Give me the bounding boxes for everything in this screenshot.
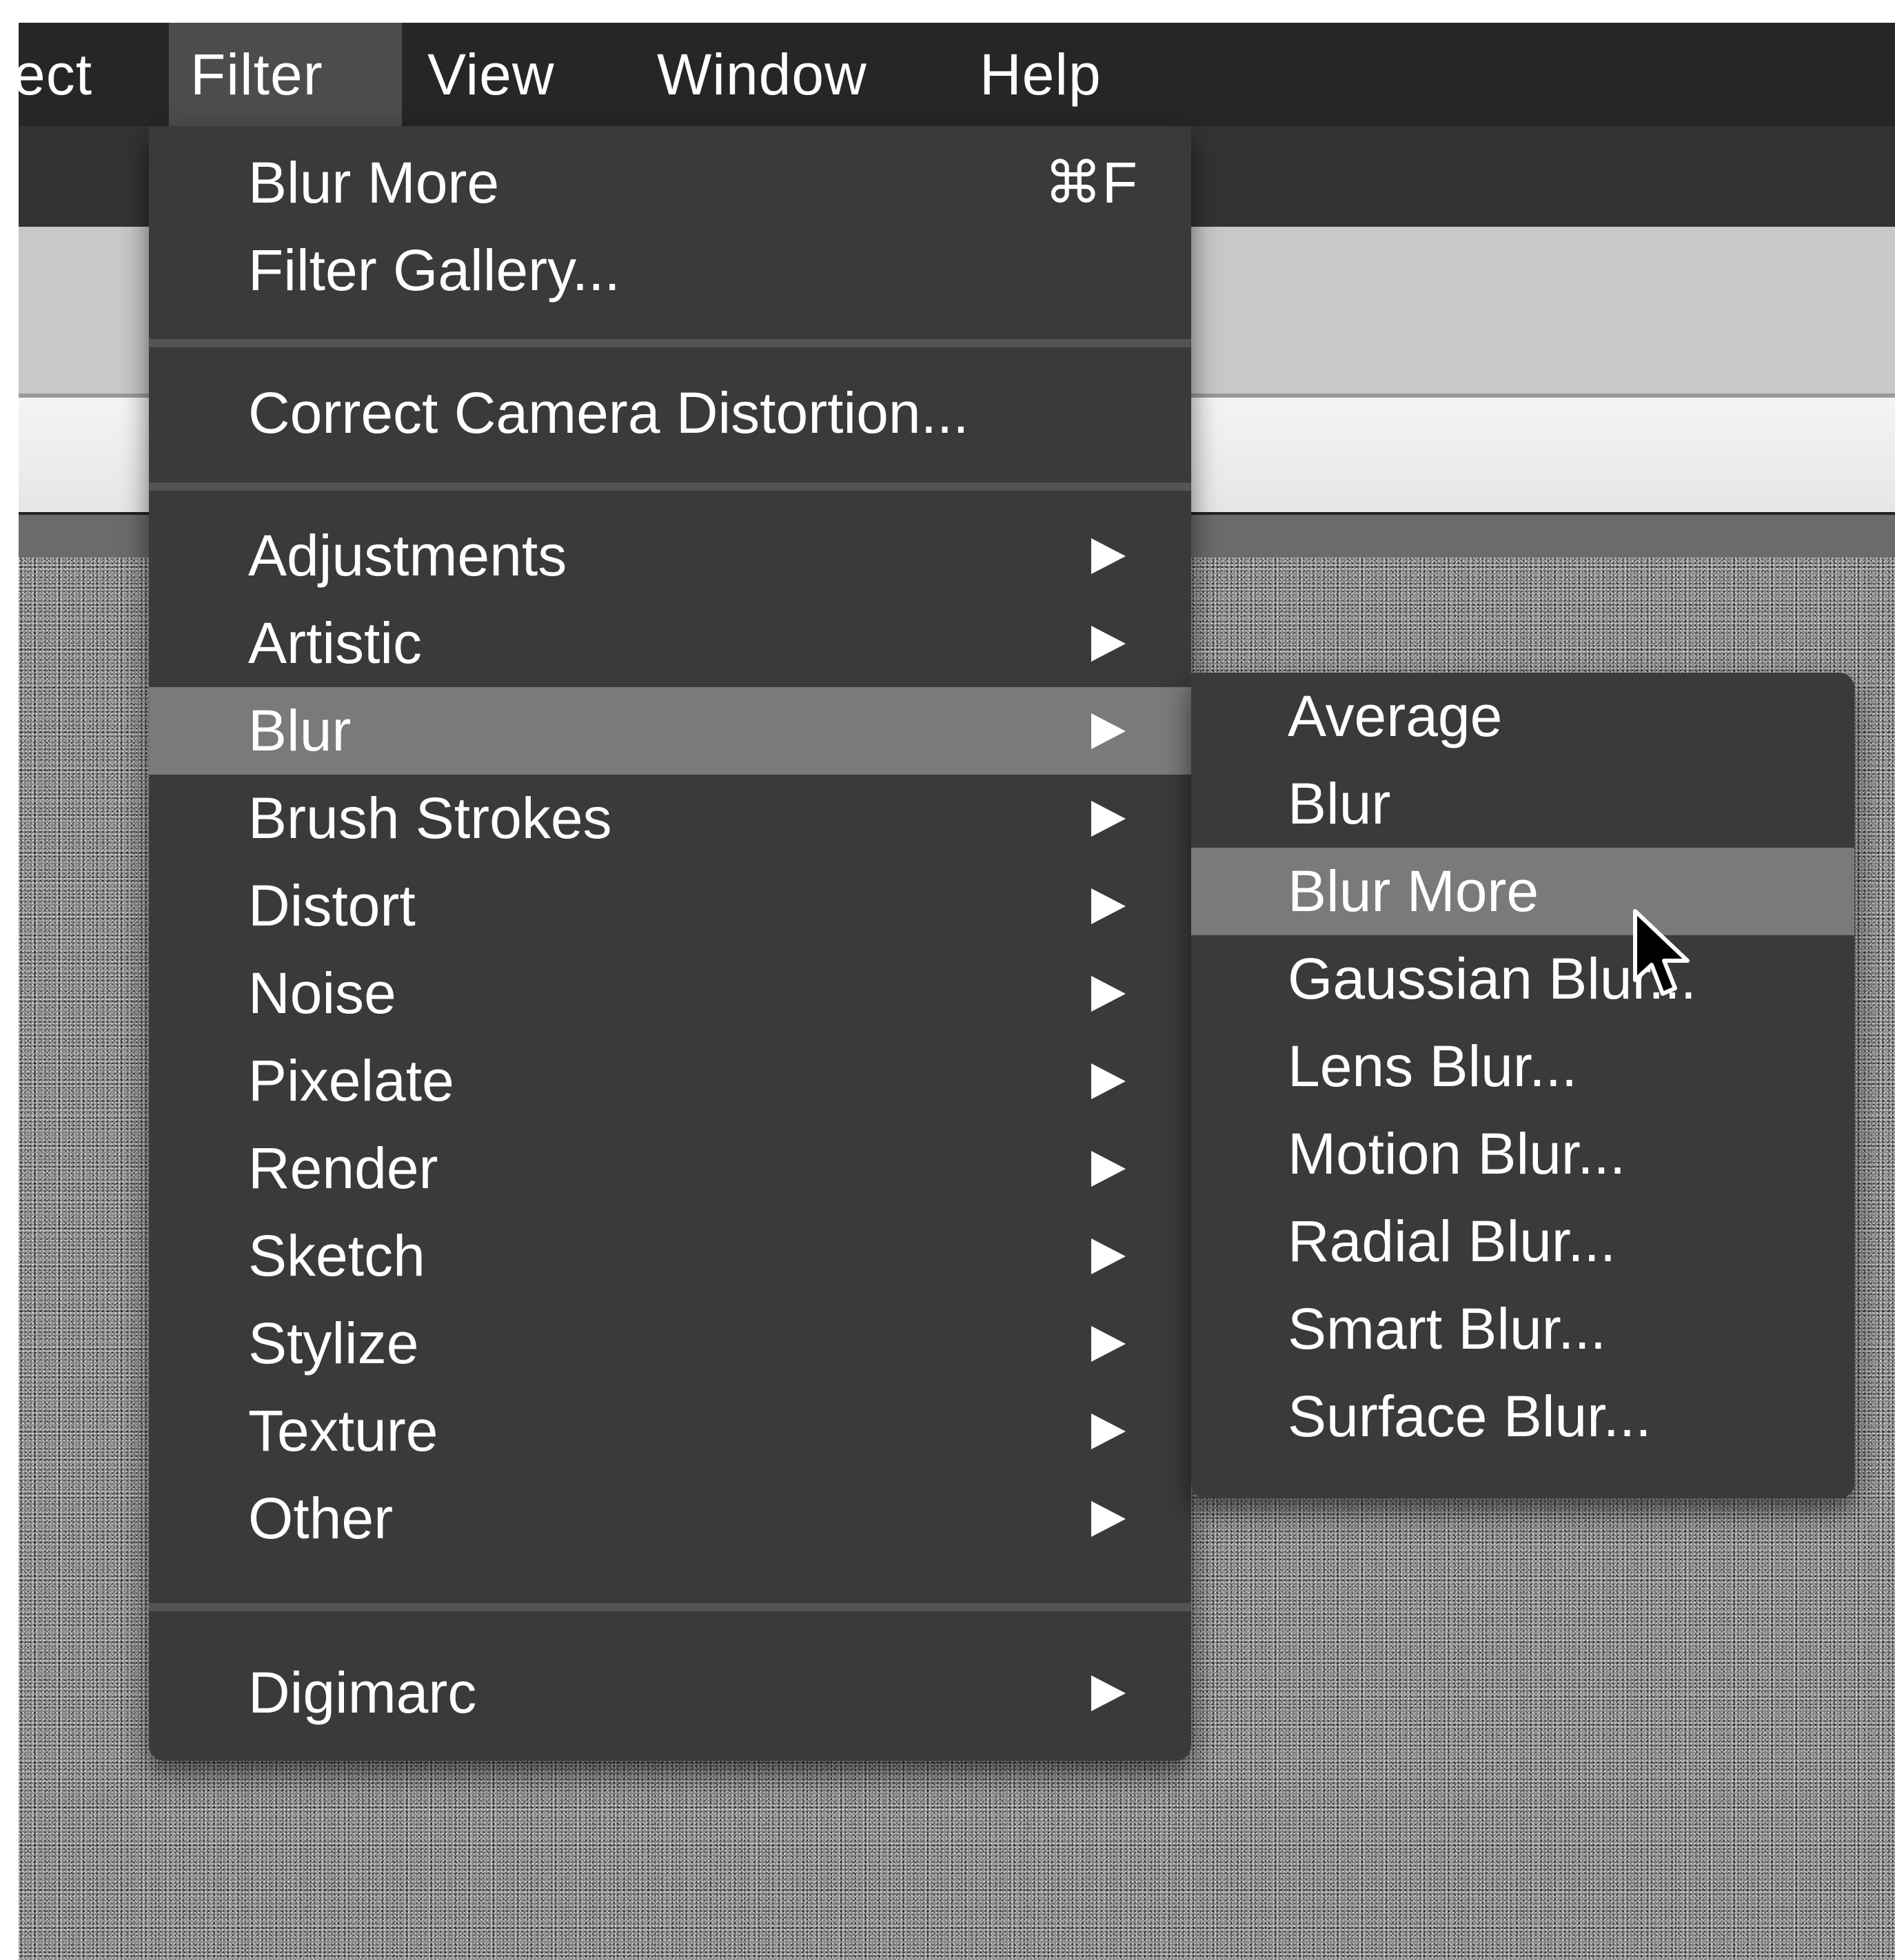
- submenu-item-label: Smart Blur...: [1288, 1296, 1607, 1361]
- menu-item-brush-strokes[interactable]: Brush Strokes: [149, 775, 1191, 862]
- submenu-item-label: Average: [1288, 684, 1503, 748]
- submenu-arrow-icon: [1091, 976, 1126, 1012]
- app-window: ect Filter View Window Help Blur More ⌘F…: [0, 0, 1895, 1960]
- submenu-item-label: Blur More: [1288, 859, 1539, 923]
- mouse-pointer-icon: [1633, 909, 1690, 996]
- menu-item-label: Stylize: [248, 1311, 419, 1376]
- filter-menu: Blur More ⌘F Filter Gallery... Correct C…: [149, 126, 1191, 1761]
- blur-submenu: Average Blur Blur More Gaussian Blur... …: [1191, 673, 1854, 1498]
- submenu-arrow-icon: [1091, 888, 1126, 924]
- submenu-arrow-icon: [1091, 713, 1126, 749]
- submenu-arrow-icon: [1091, 538, 1126, 574]
- submenu-item-surface-blur[interactable]: Surface Blur...: [1191, 1373, 1854, 1460]
- menu-item-correct-camera-distortion[interactable]: Correct Camera Distortion...: [149, 369, 1191, 457]
- menu-item-noise[interactable]: Noise: [149, 950, 1191, 1037]
- submenu-item-label: Surface Blur...: [1288, 1384, 1652, 1449]
- menu-title-help[interactable]: Help: [980, 23, 1102, 126]
- menu-item-texture[interactable]: Texture: [149, 1387, 1191, 1475]
- submenu-item-label: Lens Blur...: [1288, 1034, 1578, 1099]
- submenu-item-gaussian-blur[interactable]: Gaussian Blur...: [1191, 935, 1854, 1023]
- menu-item-render[interactable]: Render: [149, 1125, 1191, 1212]
- menu-item-sketch[interactable]: Sketch: [149, 1212, 1191, 1300]
- submenu-item-average[interactable]: Average: [1191, 673, 1854, 760]
- menu-item-filter-gallery[interactable]: Filter Gallery...: [149, 227, 1191, 314]
- menu-item-shortcut: ⌘F: [1044, 150, 1137, 215]
- menu-item-label: Other: [248, 1486, 394, 1551]
- menu-item-label: Render: [248, 1136, 438, 1201]
- submenu-item-lens-blur[interactable]: Lens Blur...: [1191, 1023, 1854, 1110]
- menu-item-label: Noise: [248, 961, 396, 1025]
- submenu-arrow-icon: [1091, 1151, 1126, 1187]
- menu-title-filter[interactable]: Filter: [190, 23, 323, 126]
- menu-item-label: Blur More: [248, 150, 500, 215]
- menu-item-label: Filter Gallery...: [248, 238, 620, 303]
- menu-item-label: Texture: [248, 1398, 438, 1463]
- menu-item-label: Digimarc: [248, 1660, 477, 1725]
- menu-item-label: Brush Strokes: [248, 786, 612, 850]
- menu-item-label: Sketch: [248, 1223, 425, 1288]
- menu-item-label: Blur: [248, 698, 352, 763]
- menu-bar: ect Filter View Window Help: [13, 23, 1895, 126]
- menu-item-stylize[interactable]: Stylize: [149, 1300, 1191, 1387]
- submenu-item-label: Blur: [1288, 771, 1391, 836]
- submenu-arrow-icon: [1091, 626, 1126, 662]
- submenu-arrow-icon: [1091, 1326, 1126, 1362]
- submenu-item-label: Motion Blur...: [1288, 1121, 1626, 1186]
- submenu-arrow-icon: [1091, 1501, 1126, 1537]
- submenu-item-smart-blur[interactable]: Smart Blur...: [1191, 1285, 1854, 1373]
- menu-item-label: Distort: [248, 873, 416, 938]
- menu-separator: [149, 482, 1191, 491]
- menu-item-distort[interactable]: Distort: [149, 862, 1191, 950]
- menu-title-window[interactable]: Window: [657, 23, 867, 126]
- menu-title-view[interactable]: View: [427, 23, 555, 126]
- submenu-arrow-icon: [1091, 1413, 1126, 1449]
- submenu-arrow-icon: [1091, 1675, 1126, 1711]
- submenu-item-label: Radial Blur...: [1288, 1209, 1617, 1274]
- submenu-item-blur-more[interactable]: Blur More: [1191, 848, 1854, 935]
- menu-item-digimarc[interactable]: Digimarc: [149, 1649, 1191, 1737]
- menu-separator: [149, 1603, 1191, 1611]
- submenu-item-radial-blur[interactable]: Radial Blur...: [1191, 1198, 1854, 1285]
- menu-item-adjustments[interactable]: Adjustments: [149, 512, 1191, 600]
- submenu-item-motion-blur[interactable]: Motion Blur...: [1191, 1110, 1854, 1198]
- menu-item-blur-more[interactable]: Blur More ⌘F: [149, 139, 1191, 227]
- menu-item-pixelate[interactable]: Pixelate: [149, 1037, 1191, 1125]
- submenu-arrow-icon: [1091, 1063, 1126, 1099]
- submenu-arrow-icon: [1091, 1238, 1126, 1274]
- menu-item-label: Artistic: [248, 611, 422, 675]
- menu-item-label: Adjustments: [248, 523, 567, 588]
- menu-item-label: Correct Camera Distortion...: [248, 380, 969, 445]
- menu-separator: [149, 339, 1191, 347]
- menu-item-label: Pixelate: [248, 1048, 454, 1113]
- submenu-arrow-icon: [1091, 801, 1126, 837]
- menu-item-blur[interactable]: Blur: [149, 687, 1191, 775]
- submenu-item-blur[interactable]: Blur: [1191, 760, 1854, 848]
- menu-title-select[interactable]: ect: [13, 23, 92, 126]
- menu-item-artistic[interactable]: Artistic: [149, 600, 1191, 687]
- menu-item-other[interactable]: Other: [149, 1475, 1191, 1562]
